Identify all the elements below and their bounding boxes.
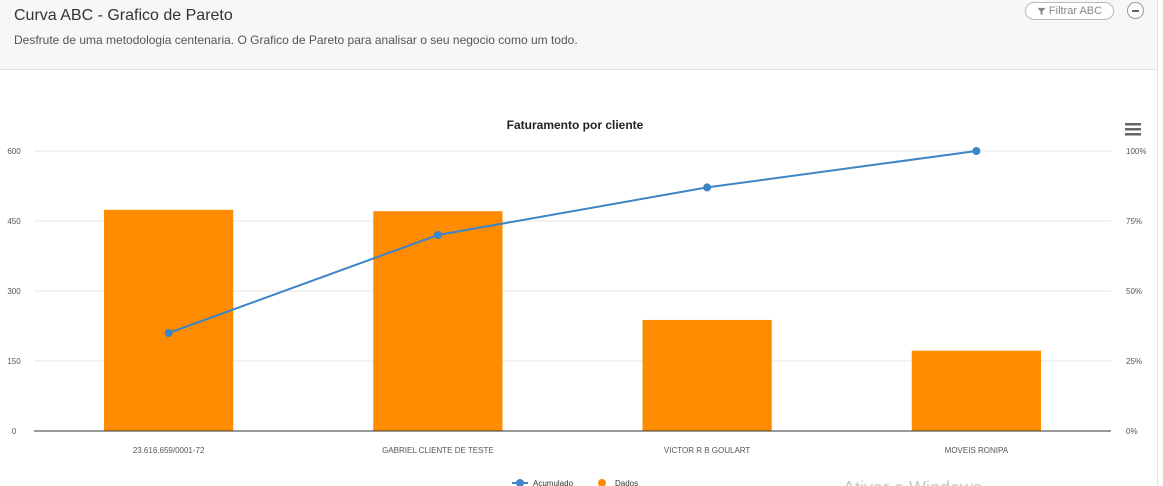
legend-label-acumulado: Acumulado — [533, 479, 574, 486]
y-right-tick-label: 25% — [1126, 357, 1142, 366]
y-right-tick-label: 0% — [1126, 427, 1138, 436]
accumulated-point-0 — [164, 329, 173, 337]
bar-series — [104, 209, 1041, 431]
accumulated-point-2 — [703, 183, 712, 192]
bar-2 — [642, 319, 772, 431]
chart-legend: Acumulado Dados — [512, 479, 638, 486]
bar-0 — [104, 209, 234, 431]
y-right-tick-label: 50% — [1126, 287, 1142, 296]
panel-header: Curva ABC - Grafico de Pareto Desfrute d… — [0, 0, 1158, 70]
filter-abc-button[interactable]: Filtrar ABC — [1025, 2, 1114, 20]
y-left-tick-label: 150 — [7, 357, 21, 366]
legend-bar-marker — [598, 479, 606, 486]
page-title: Curva ABC - Grafico de Pareto — [14, 7, 233, 24]
y-left-tick-label: 0 — [12, 427, 17, 436]
x-tick-label: MOVEIS RONIPA — [945, 446, 1009, 455]
bar-3 — [911, 350, 1041, 431]
y-left-tick-label: 450 — [7, 217, 21, 226]
y-right-tick-label: 100% — [1126, 147, 1146, 156]
hamburger-menu-icon[interactable] — [1125, 123, 1141, 136]
legend-line-dot — [516, 479, 524, 486]
minus-circle-icon[interactable] — [1127, 2, 1144, 19]
y-left-tick-label: 600 — [7, 147, 21, 156]
page-subtitle: Desfrute de uma metodologia centenaria. … — [14, 33, 578, 47]
filter-abc-label: Filtrar ABC — [1048, 5, 1103, 17]
bar-1 — [373, 211, 503, 431]
line-series — [164, 147, 981, 337]
x-tick-label: VICTOR R B GOULART — [664, 446, 751, 455]
panel-border — [1157, 69, 1158, 486]
accumulated-line — [168, 150, 977, 334]
legend-label-dados: Dados — [615, 479, 638, 486]
accumulated-point-1 — [433, 231, 442, 239]
y-right-tick-label: 75% — [1126, 217, 1142, 226]
pareto-chart: Faturamento por cliente 0 150 300 450 600 0% 2… — [7, 118, 1146, 486]
filter-icon — [1037, 7, 1046, 15]
windows-activation-watermark: Ativar o Windows — [843, 478, 982, 486]
y-left-tick-label: 300 — [7, 287, 21, 296]
x-tick-label: GABRIEL CLIENTE DE TESTE — [382, 446, 494, 455]
x-tick-label: 23.616.659/0001-72 — [133, 446, 205, 455]
chart-title: Faturamento por cliente — [507, 118, 644, 132]
accumulated-point-3 — [972, 147, 981, 155]
